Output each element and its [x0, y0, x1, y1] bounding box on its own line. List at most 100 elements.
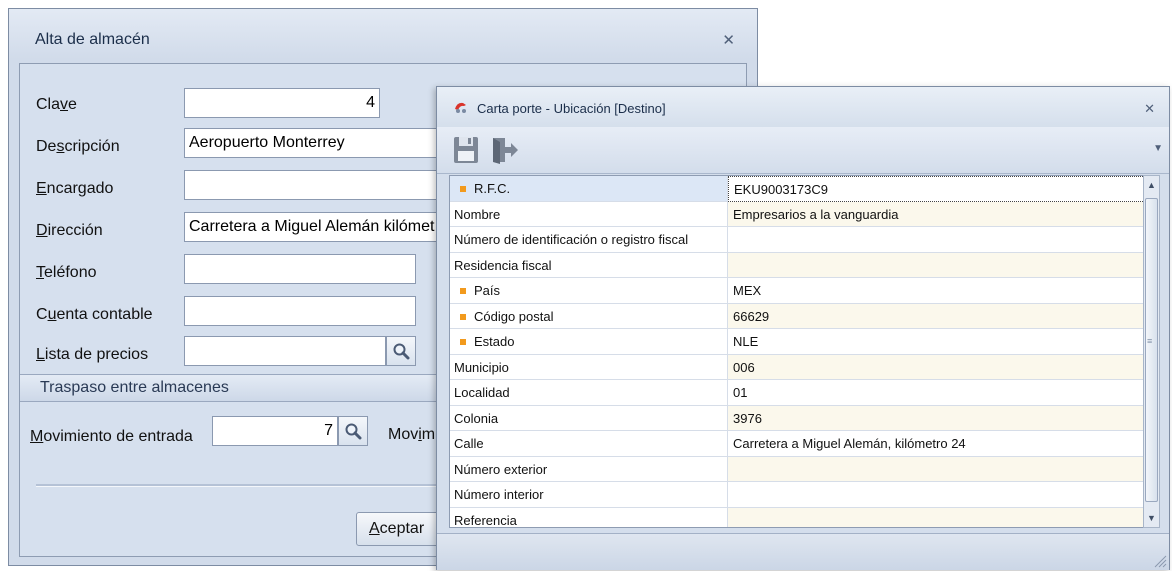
property-label-text: Localidad	[454, 385, 510, 400]
property-row[interactable]: Residencia fiscal	[450, 252, 1153, 278]
property-label: País	[450, 278, 728, 304]
property-value[interactable]: 66629	[728, 303, 1153, 329]
property-row[interactable]: Municipio 006	[450, 354, 1153, 380]
property-label-text: Calle	[454, 436, 484, 451]
required-marker-icon	[460, 339, 466, 345]
property-value[interactable]	[728, 482, 1153, 508]
property-label: Localidad	[450, 380, 728, 406]
cuenta-contable-field[interactable]	[184, 296, 416, 326]
window-title: Carta porte - Ubicación [Destino]	[477, 101, 666, 116]
property-row[interactable]: Número de identificación o registro fisc…	[450, 227, 1153, 253]
lista-precios-field[interactable]	[184, 336, 386, 366]
property-row[interactable]: Número exterior	[450, 456, 1153, 482]
property-row[interactable]: R.F.C. EKU9003173C9	[450, 176, 1153, 202]
property-label: Número exterior	[450, 456, 728, 482]
property-label-text: Colonia	[454, 410, 499, 426]
property-label: R.F.C.	[450, 176, 728, 202]
property-label-text: País	[474, 283, 501, 298]
status-bar	[437, 533, 1169, 570]
property-label: Código postal	[450, 303, 728, 329]
property-row[interactable]: Colonia 3976	[450, 405, 1153, 431]
encargado-label: Encargado	[36, 180, 114, 197]
scrollbar-grip-icon: ≡	[1147, 336, 1153, 346]
property-value[interactable]: NLE	[728, 329, 1153, 355]
carta-porte-window: Carta porte - Ubicación [Destino] ✕ ▼ R.…	[436, 86, 1170, 570]
property-value[interactable]: EKU9003173C9	[728, 176, 1153, 202]
window-title: Alta de almacén	[35, 31, 150, 48]
property-label: Número de identificación o registro fisc…	[450, 227, 728, 253]
magnifier-icon	[345, 423, 362, 440]
property-label-text: Estado	[474, 334, 515, 349]
property-value[interactable]: MEX	[728, 278, 1153, 304]
property-label: Referencia	[450, 507, 728, 528]
scrollbar-thumb[interactable]	[1145, 198, 1158, 502]
property-label-text: Residencia fiscal	[454, 257, 552, 273]
clave-label: Clave	[36, 96, 77, 113]
property-grid: R.F.C. EKU9003173C9 Nombre Empresarios a la…	[449, 175, 1154, 528]
magnifier-icon	[393, 343, 410, 360]
property-row[interactable]: Número interior	[450, 482, 1153, 508]
property-value[interactable]	[728, 507, 1153, 527]
required-marker-icon	[460, 313, 466, 320]
property-value[interactable]	[728, 227, 1153, 253]
lista-precios-search-button[interactable]	[386, 336, 416, 366]
property-row[interactable]: Código postal 66629	[450, 303, 1153, 329]
property-row[interactable]: Referencia	[450, 507, 1153, 528]
descripcion-field[interactable]: Aeropuerto Monterrey	[184, 128, 454, 158]
property-label-text: R.F.C.	[474, 181, 511, 196]
direccion-label: Dirección	[36, 222, 103, 239]
property-row[interactable]: Calle Carretera a Miguel Alemán, kilómetr…	[450, 431, 1153, 457]
alta-almacen-titlebar[interactable]: Alta de almacén ✕	[9, 9, 757, 59]
property-label-text: Número exterior	[454, 461, 548, 477]
vertical-scrollbar[interactable]: ▲ ≡ ▼	[1143, 175, 1160, 528]
movimiento-entrada-search-button[interactable]	[338, 416, 368, 446]
property-label-text: Código postal	[474, 308, 554, 324]
property-label-text: Nombre	[454, 206, 501, 222]
required-marker-icon	[460, 288, 466, 294]
property-label: Estado	[450, 329, 728, 355]
property-label: Municipio	[450, 354, 728, 380]
property-label: Número interior	[450, 482, 728, 508]
property-label: Colonia	[450, 405, 728, 431]
property-label-text: Número interior	[454, 487, 544, 502]
movimiento-salida-label: Movim	[388, 426, 436, 443]
property-label-text: Municipio	[454, 359, 509, 375]
toolbar-overflow-chevron-icon[interactable]: ▼	[1153, 143, 1163, 154]
property-value[interactable]: 01	[728, 380, 1153, 406]
property-value[interactable]: Empresarios a la vanguardia	[728, 201, 1153, 227]
clave-field[interactable]: 4	[184, 88, 380, 118]
exit-button[interactable]	[487, 133, 521, 167]
property-value[interactable]	[728, 456, 1153, 482]
property-row[interactable]: Estado NLE	[450, 329, 1153, 355]
property-value[interactable]	[728, 252, 1153, 278]
lista-precios-label: Lista de precios	[36, 346, 149, 363]
close-icon[interactable]: ✕	[722, 31, 735, 49]
telefono-label: Teléfono	[36, 264, 97, 281]
property-label: Residencia fiscal	[450, 252, 728, 278]
property-row[interactable]: Nombre Empresarios a la vanguardia	[450, 201, 1153, 227]
close-icon[interactable]: ✕	[1144, 101, 1155, 117]
encargado-field[interactable]	[184, 170, 454, 200]
exit-icon	[493, 138, 518, 164]
property-value[interactable]: 006	[728, 354, 1153, 380]
direccion-field[interactable]: Carretera a Miguel Alemán kilómet	[184, 212, 454, 242]
resize-grip-icon[interactable]	[1151, 552, 1167, 568]
movimiento-entrada-field[interactable]: 7	[212, 416, 338, 446]
property-label-text: Número de identificación o registro fisc…	[454, 232, 689, 247]
property-value[interactable]: 3976	[728, 405, 1153, 431]
property-row[interactable]: País MEX	[450, 278, 1153, 304]
property-label: Calle	[450, 431, 728, 457]
property-value[interactable]: Carretera a Miguel Alemán, kilómetro 24	[728, 431, 1153, 457]
toolbar: ▼	[437, 127, 1169, 174]
property-label-text: Referencia	[454, 512, 517, 528]
scroll-down-arrow-icon[interactable]: ▼	[1147, 513, 1156, 523]
save-icon	[454, 137, 478, 163]
scroll-up-arrow-icon[interactable]: ▲	[1147, 180, 1156, 190]
save-button[interactable]	[449, 133, 483, 167]
traspaso-group-title: Traspaso entre almacenes	[40, 379, 229, 396]
property-row[interactable]: Localidad 01	[450, 380, 1153, 406]
required-marker-icon	[460, 186, 466, 192]
carta-porte-titlebar[interactable]: Carta porte - Ubicación [Destino] ✕	[437, 87, 1169, 127]
telefono-field[interactable]	[184, 254, 416, 284]
cuenta-contable-label: Cuenta contable	[36, 306, 153, 323]
